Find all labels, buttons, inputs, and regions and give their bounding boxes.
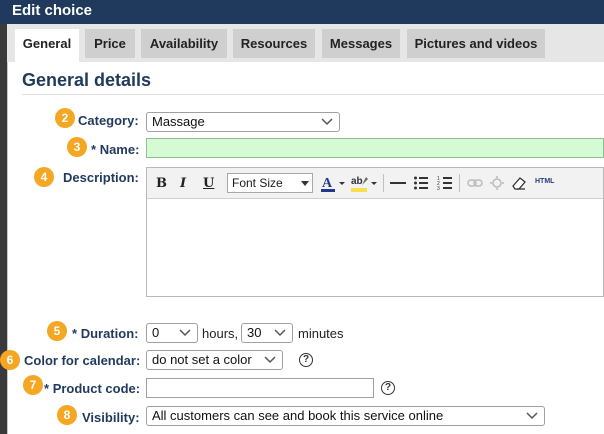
bullet-list-icon[interactable]	[413, 175, 429, 191]
bold-button[interactable]: B	[156, 176, 167, 191]
chevron-down-icon	[274, 329, 286, 337]
product-code-field[interactable]	[146, 378, 374, 398]
chevron-down-icon	[264, 356, 276, 364]
duration-hours-select[interactable]: 0	[146, 323, 198, 343]
color-label: Color for calendar:	[24, 353, 141, 368]
product-code-label-text: Product code:	[52, 381, 141, 396]
chevron-down-icon	[321, 118, 333, 126]
left-edge	[0, 24, 7, 434]
tab-bar: General Price Availability Resources Mes…	[7, 24, 604, 62]
section-divider	[22, 94, 604, 95]
unlink-icon[interactable]	[489, 175, 505, 191]
calendar-color-value: do not set a color	[152, 352, 252, 367]
name-label: * Name:	[91, 142, 139, 157]
text-color-icon[interactable]: A	[320, 174, 346, 192]
tab-general[interactable]: General	[15, 29, 79, 62]
step-badge-3: 3	[67, 137, 87, 157]
name-label-text: Name:	[99, 142, 140, 157]
category-label: Category:	[78, 113, 139, 128]
required-marker: *	[91, 142, 97, 157]
step-badge-8: 8	[57, 405, 77, 425]
minutes-unit: minutes	[298, 326, 344, 341]
font-size-select[interactable]: Font Size	[227, 173, 313, 193]
link-icon[interactable]	[467, 177, 483, 189]
editor-toolbar: B I U Font Size A ab 1 2 3 HTML	[147, 168, 603, 199]
visibility-label: Visibility:	[82, 410, 140, 425]
horizontal-rule-icon[interactable]	[389, 176, 407, 190]
duration-label-text: Duration:	[80, 326, 139, 341]
help-icon[interactable]: ?	[299, 353, 313, 367]
html-source-button[interactable]: HTML	[535, 178, 554, 185]
dropdown-arrow-icon	[301, 181, 309, 186]
italic-button[interactable]: I	[180, 176, 186, 191]
step-badge-6: 6	[0, 350, 20, 370]
highlight-color-icon[interactable]: ab	[350, 173, 378, 193]
tab-price[interactable]: Price	[85, 29, 135, 58]
name-field[interactable]	[146, 138, 604, 158]
tab-resources[interactable]: Resources	[233, 29, 315, 58]
step-badge-7: 7	[23, 375, 43, 395]
category-select[interactable]: Massage	[146, 112, 340, 132]
tab-pictures-and-videos[interactable]: Pictures and videos	[407, 29, 545, 58]
required-marker: *	[72, 326, 78, 341]
hours-unit: hours,	[202, 326, 239, 341]
category-value: Massage	[152, 114, 205, 129]
calendar-color-select[interactable]: do not set a color	[146, 350, 283, 370]
tab-availability[interactable]: Availability	[141, 29, 227, 58]
step-badge-5: 5	[47, 321, 67, 341]
svg-text:ab: ab	[351, 176, 363, 187]
svg-text:A: A	[322, 176, 333, 191]
toolbar-separator	[459, 174, 460, 192]
toolbar-separator	[383, 174, 384, 192]
eraser-icon[interactable]	[511, 175, 527, 191]
step-badge-4: 4	[34, 167, 54, 187]
duration-hours-value: 0	[152, 325, 160, 340]
description-editor[interactable]: B I U Font Size A ab 1 2 3 HTML	[146, 167, 604, 297]
description-label: Description:	[63, 170, 139, 185]
product-code-label: * Product code:	[44, 381, 140, 396]
duration-minutes-select[interactable]: 30	[241, 323, 293, 343]
duration-label: * Duration:	[72, 326, 138, 341]
help-icon[interactable]: ?	[381, 381, 395, 395]
underline-button[interactable]: U	[203, 176, 214, 191]
duration-minutes-value: 30	[247, 325, 262, 340]
font-size-value: Font Size	[232, 176, 283, 190]
visibility-select[interactable]: All customers can see and book this serv…	[146, 406, 545, 426]
window-title: Edit choice	[0, 0, 604, 24]
required-marker: *	[44, 381, 50, 396]
chevron-down-icon	[526, 412, 538, 420]
chevron-down-icon	[179, 329, 191, 337]
numbered-list-icon[interactable]: 1 2 3	[437, 175, 453, 191]
svg-text:3: 3	[437, 186, 440, 191]
section-title: General details	[22, 70, 152, 90]
visibility-value: All customers can see and book this serv…	[152, 408, 444, 423]
tab-messages[interactable]: Messages	[322, 29, 400, 58]
step-badge-2: 2	[55, 108, 75, 128]
